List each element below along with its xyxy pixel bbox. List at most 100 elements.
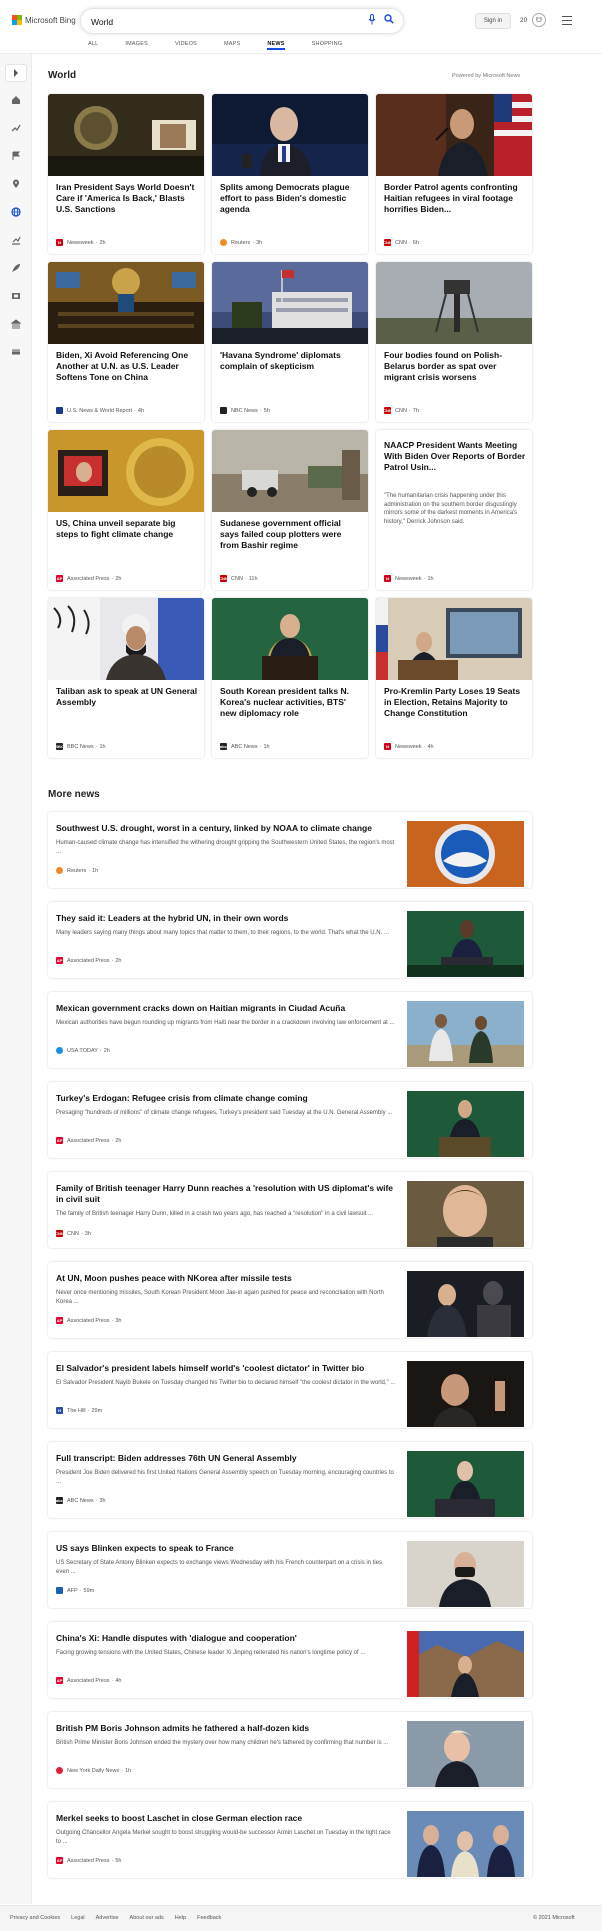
rail-world[interactable] [10, 206, 22, 218]
source-name[interactable]: CNN [231, 576, 243, 582]
source-name[interactable]: Associated Press [67, 1858, 110, 1864]
news-list-item[interactable]: They said it: Leaders at the hybrid UN, … [48, 902, 532, 978]
news-title[interactable]: Full transcript: Biden addresses 76th UN… [56, 1453, 396, 1464]
news-title[interactable]: US says Blinken expects to speak to Fran… [56, 1543, 396, 1554]
source-name[interactable]: NBC News [231, 408, 258, 414]
news-list-item[interactable]: At UN, Moon pushes peace with NKorea aft… [48, 1262, 532, 1338]
tab-images[interactable]: IMAGES [125, 41, 148, 50]
rail-business[interactable] [10, 234, 22, 246]
source-name[interactable]: New York Daily News [67, 1768, 119, 1774]
tab-shopping[interactable]: SHOPPING [312, 41, 343, 50]
rail-local[interactable] [10, 178, 22, 190]
tab-all[interactable]: ALL [88, 41, 98, 50]
tab-news[interactable]: NEWS [267, 41, 285, 50]
rail-entertainment[interactable] [10, 290, 22, 302]
hamburger-menu-icon[interactable] [562, 16, 572, 28]
news-card[interactable]: NAACP President Wants Meeting With Biden… [376, 430, 532, 590]
news-title[interactable]: El Salvador's president labels himself w… [56, 1363, 396, 1374]
news-card[interactable]: South Korean president talks N. Korea's … [212, 598, 368, 758]
news-card[interactable]: Pro-Kremlin Party Loses 19 Seats in Elec… [376, 598, 532, 758]
news-title[interactable]: Southwest U.S. drought, worst in a centu… [56, 823, 396, 834]
news-title[interactable]: Family of British teenager Harry Dunn re… [56, 1183, 396, 1205]
source-name[interactable]: U.S. News & World Report [67, 408, 132, 414]
news-title[interactable]: Merkel seeks to boost Laschet in close G… [56, 1813, 396, 1824]
news-title[interactable]: NAACP President Wants Meeting With Biden… [384, 440, 526, 473]
source-name[interactable]: CNN [395, 240, 407, 246]
rail-science[interactable] [10, 262, 22, 274]
sign-in-button[interactable]: Sign in [475, 13, 511, 29]
footer-link-help[interactable]: Help [175, 1915, 186, 1921]
news-card[interactable]: Iran President Says World Doesn't Care i… [48, 94, 204, 254]
news-card[interactable]: Biden, Xi Avoid Referencing One Another … [48, 262, 204, 422]
source-name[interactable]: The Hill [67, 1408, 86, 1414]
source-name[interactable]: AFP [67, 1588, 78, 1594]
source-name[interactable]: Reuters [67, 868, 86, 874]
source-name[interactable]: Reuters [231, 240, 250, 246]
news-list-item[interactable]: Family of British teenager Harry Dunn re… [48, 1172, 532, 1248]
news-list-item[interactable]: Merkel seeks to boost Laschet in close G… [48, 1802, 532, 1878]
source-name[interactable]: ABC News [67, 1498, 94, 1504]
powered-by[interactable]: Powered by Microsoft News [452, 73, 520, 79]
news-list-item[interactable]: Full transcript: Biden addresses 76th UN… [48, 1442, 532, 1518]
news-list-item[interactable]: El Salvador's president labels himself w… [48, 1352, 532, 1428]
news-list-item[interactable]: China's Xi: Handle disputes with 'dialog… [48, 1622, 532, 1698]
source-name[interactable]: Newsweek [395, 576, 422, 582]
rail-expand-button[interactable] [5, 64, 27, 82]
source-name[interactable]: USA TODAY [67, 1048, 98, 1054]
footer-link-privacy[interactable]: Privacy and Cookies [10, 1915, 60, 1921]
news-title[interactable]: Sudanese government official says failed… [220, 518, 362, 551]
news-card[interactable]: Sudanese government official says failed… [212, 430, 368, 590]
tab-videos[interactable]: VIDEOS [175, 41, 197, 50]
news-title[interactable]: 'Havana Syndrome' diplomats complain of … [220, 350, 362, 372]
news-title[interactable]: Splits among Democrats plague effort to … [220, 182, 362, 215]
news-card[interactable]: 'Havana Syndrome' diplomats complain of … [212, 262, 368, 422]
news-card[interactable]: Border Patrol agents confronting Haitian… [376, 94, 532, 254]
source-name[interactable]: Associated Press [67, 1138, 110, 1144]
news-title[interactable]: US, China unveil separate big steps to f… [56, 518, 198, 540]
tab-maps[interactable]: MAPS [224, 41, 240, 50]
news-list-item[interactable]: US says Blinken expects to speak to Fran… [48, 1532, 532, 1608]
source-name[interactable]: Associated Press [67, 958, 110, 964]
source-name[interactable]: BBC News [67, 744, 94, 750]
microphone-icon[interactable] [368, 14, 376, 25]
news-title[interactable]: China's Xi: Handle disputes with 'dialog… [56, 1633, 396, 1644]
footer-link-legal[interactable]: Legal [71, 1915, 84, 1921]
rail-politics[interactable] [10, 318, 22, 330]
news-title[interactable]: Mexican government cracks down on Haitia… [56, 1003, 396, 1014]
news-title[interactable]: Turkey's Erdogan: Refugee crisis from cl… [56, 1093, 396, 1104]
rail-trending[interactable] [10, 122, 22, 134]
source-name[interactable]: CNN [67, 1231, 79, 1237]
source-name[interactable]: Newsweek [395, 744, 422, 750]
bing-logo[interactable]: Microsoft Bing [12, 15, 76, 25]
news-list-item[interactable]: Mexican government cracks down on Haitia… [48, 992, 532, 1068]
news-card[interactable]: Taliban ask to speak at UN General Assem… [48, 598, 204, 758]
news-title[interactable]: Border Patrol agents confronting Haitian… [384, 182, 526, 215]
news-card[interactable]: Splits among Democrats plague effort to … [212, 94, 368, 254]
source-name[interactable]: Associated Press [67, 576, 110, 582]
news-title[interactable]: Biden, Xi Avoid Referencing One Another … [56, 350, 198, 383]
news-card[interactable]: Four bodies found on Polish-Belarus bord… [376, 262, 532, 422]
source-name[interactable]: Newsweek [67, 240, 94, 246]
news-list-item[interactable]: Turkey's Erdogan: Refugee crisis from cl… [48, 1082, 532, 1158]
news-title[interactable]: Pro-Kremlin Party Loses 19 Seats in Elec… [384, 686, 526, 719]
news-title[interactable]: South Korean president talks N. Korea's … [220, 686, 362, 719]
news-title[interactable]: At UN, Moon pushes peace with NKorea aft… [56, 1273, 396, 1284]
source-name[interactable]: CNN [395, 408, 407, 414]
rewards-trophy-icon[interactable]: ☋ [532, 13, 546, 27]
rail-flag[interactable] [10, 150, 22, 162]
rail-more[interactable] [10, 346, 22, 358]
news-title[interactable]: Taliban ask to speak at UN General Assem… [56, 686, 198, 708]
source-name[interactable]: ABC News [231, 744, 258, 750]
footer-link-about-ads[interactable]: About our ads [130, 1915, 164, 1921]
news-list-item[interactable]: British PM Boris Johnson admits he fathe… [48, 1712, 532, 1788]
source-name[interactable]: Associated Press [67, 1318, 110, 1324]
source-name[interactable]: Associated Press [67, 1678, 110, 1684]
rewards-count[interactable]: 20 [520, 17, 527, 24]
footer-link-advertise[interactable]: Advertise [96, 1915, 119, 1921]
news-title[interactable]: They said it: Leaders at the hybrid UN, … [56, 913, 396, 924]
news-list-item[interactable]: Southwest U.S. drought, worst in a centu… [48, 812, 532, 888]
news-card[interactable]: US, China unveil separate big steps to f… [48, 430, 204, 590]
search-input[interactable] [91, 15, 341, 29]
footer-link-feedback[interactable]: Feedback [197, 1915, 221, 1921]
news-title[interactable]: Four bodies found on Polish-Belarus bord… [384, 350, 526, 383]
